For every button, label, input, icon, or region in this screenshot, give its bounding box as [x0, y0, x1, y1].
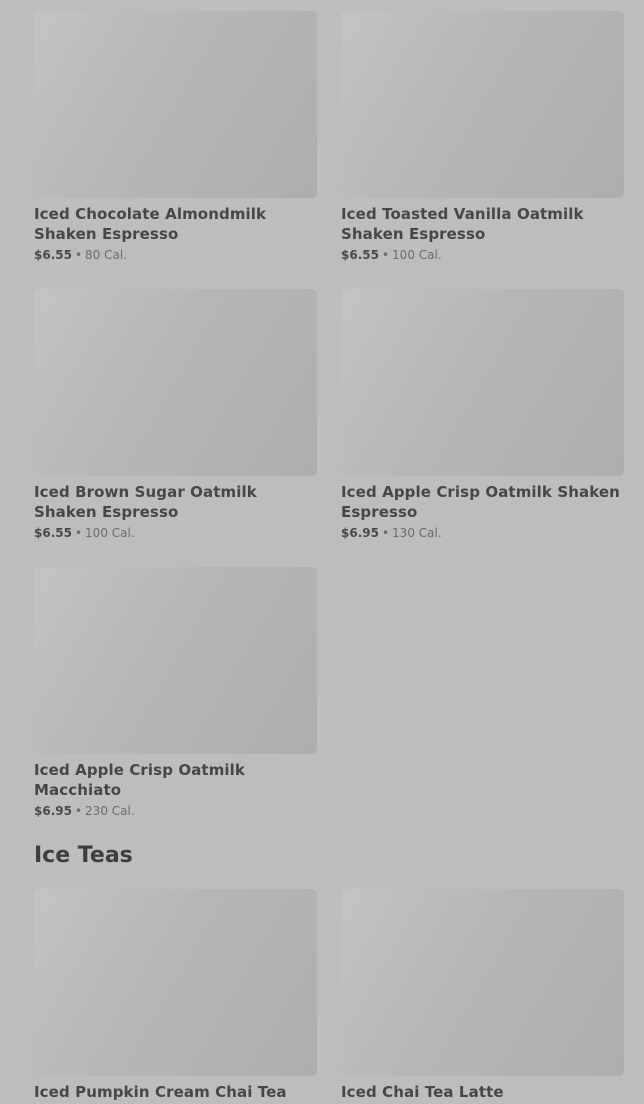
- product-meta: $6.95 • 130 Cal.: [341, 525, 624, 541]
- product-name[interactable]: Iced Chai Tea Latte: [341, 1082, 624, 1102]
- product-image-placeholder[interactable]: [34, 289, 317, 476]
- product-name[interactable]: Iced Apple Crisp Oatmilk Shaken Espresso: [341, 482, 624, 522]
- product-image-placeholder[interactable]: [341, 11, 624, 198]
- menu-page: Iced Chocolate Almondmilk Shaken Espress…: [0, 0, 644, 1104]
- product-image-placeholder[interactable]: [34, 567, 317, 754]
- product-card[interactable]: Iced Chai Tea Latte: [341, 889, 624, 1104]
- meta-separator: •: [74, 248, 83, 262]
- product-name[interactable]: Iced Toasted Vanilla Oatmilk Shaken Espr…: [341, 204, 624, 244]
- product-card[interactable]: Iced Toasted Vanilla Oatmilk Shaken Espr…: [341, 11, 624, 263]
- product-image-placeholder[interactable]: [341, 289, 624, 476]
- product-card[interactable]: Iced Apple Crisp Oatmilk Shaken Espresso…: [341, 289, 624, 541]
- product-meta: $6.95 • 230 Cal.: [34, 803, 317, 819]
- product-calories: 80 Cal.: [85, 248, 128, 262]
- product-calories: 100 Cal.: [392, 248, 442, 262]
- product-name[interactable]: Iced Brown Sugar Oatmilk Shaken Espresso: [34, 482, 317, 522]
- meta-separator: •: [381, 526, 390, 540]
- product-meta: $6.55 • 100 Cal.: [34, 525, 317, 541]
- product-name[interactable]: Iced Pumpkin Cream Chai Tea Latte: [34, 1082, 317, 1104]
- product-name[interactable]: Iced Apple Crisp Oatmilk Macchiato: [34, 760, 317, 800]
- product-card[interactable]: Iced Chocolate Almondmilk Shaken Espress…: [34, 11, 317, 263]
- product-image-placeholder[interactable]: [34, 11, 317, 198]
- meta-separator: •: [74, 526, 83, 540]
- product-meta: $6.55 • 100 Cal.: [341, 247, 624, 263]
- section-heading-ice-teas: Ice Teas: [34, 843, 133, 868]
- product-price: $6.55: [341, 248, 379, 262]
- product-card[interactable]: Iced Apple Crisp Oatmilk Macchiato $6.95…: [34, 567, 317, 819]
- product-card[interactable]: Iced Brown Sugar Oatmilk Shaken Espresso…: [34, 289, 317, 541]
- product-grid-shaken-espresso: Iced Chocolate Almondmilk Shaken Espress…: [34, 11, 624, 819]
- product-image-placeholder[interactable]: [341, 889, 624, 1076]
- product-price: $6.55: [34, 248, 72, 262]
- product-grid-ice-teas: Iced Pumpkin Cream Chai Tea Latte Iced C…: [34, 889, 624, 1104]
- product-calories: 100 Cal.: [85, 526, 135, 540]
- product-calories: 130 Cal.: [392, 526, 442, 540]
- product-price: $6.55: [34, 526, 72, 540]
- product-price: $6.95: [341, 526, 379, 540]
- product-calories: 230 Cal.: [85, 804, 135, 818]
- product-price: $6.95: [34, 804, 72, 818]
- meta-separator: •: [381, 248, 390, 262]
- meta-separator: •: [74, 804, 83, 818]
- product-meta: $6.55 • 80 Cal.: [34, 247, 317, 263]
- product-card[interactable]: Iced Pumpkin Cream Chai Tea Latte: [34, 889, 317, 1104]
- product-name[interactable]: Iced Chocolate Almondmilk Shaken Espress…: [34, 204, 317, 244]
- product-image-placeholder[interactable]: [34, 889, 317, 1076]
